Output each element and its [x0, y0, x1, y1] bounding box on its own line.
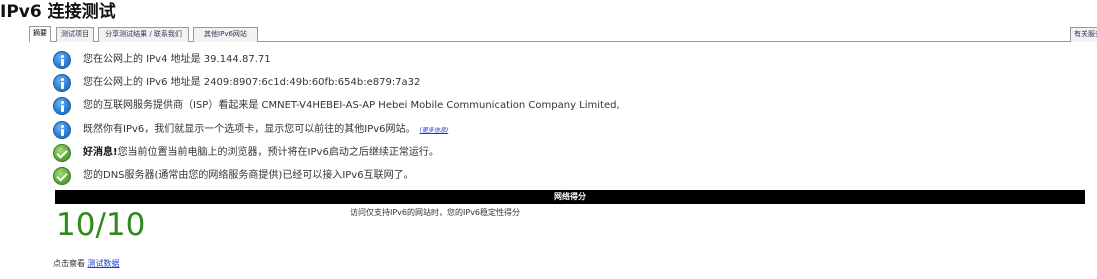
tab-bar: 摘要 测试项目 分享测试结果 / 联系我们 其他IPv6网站 有关服务 — [29, 25, 1097, 42]
message-isp: 您的互联网服务提供商（ISP）看起来是 CMNET-V4HEBEI-AS-AP … — [53, 97, 1053, 115]
tab-other-ipv6-sites[interactable]: 其他IPv6网站 — [193, 27, 258, 42]
page-title: IPv6 连接测试 — [0, 2, 116, 22]
message-text-wrap: 好消息!您当前位置当前电脑上的浏览器，预计将在IPv6启动之后继续正常运行。 — [83, 146, 439, 159]
check-icon — [53, 144, 71, 162]
message-text: 您在公网上的 IPv4 地址是 39.144.87.71 — [83, 54, 271, 65]
message-ipv6-address: 您在公网上的 IPv6 地址是 2409:8907:6c1d:49b:60fb:… — [53, 74, 1053, 92]
message-text: 您的互联网服务提供商（ISP）看起来是 CMNET-V4HEBEI-AS-AP … — [83, 100, 620, 111]
message-dns-ok: 您的DNS服务器(通常由您的网络服务商提供)已经可以接入IPv6互联网了。 — [53, 167, 1053, 185]
message-ipv4-address: 您在公网上的 IPv4 地址是 39.144.87.71 — [53, 51, 1053, 69]
message-text: 您在公网上的 IPv6 地址是 2409:8907:6c1d:49b:60fb:… — [83, 77, 421, 88]
more-info-link[interactable]: (更多信息) — [420, 127, 449, 134]
info-icon — [53, 74, 71, 92]
tab-summary[interactable]: 摘要 — [29, 26, 51, 42]
tab-share-results[interactable]: 分享测试结果 / 联系我们 — [98, 27, 189, 42]
footer-prefix: 点击察看 — [53, 259, 85, 268]
message-text: 您当前位置当前电脑上的浏览器，预计将在IPv6启动之后继续正常运行。 — [117, 147, 439, 158]
tab-about-service[interactable]: 有关服务 — [1070, 27, 1097, 42]
info-icon — [53, 51, 71, 69]
check-icon — [53, 167, 71, 185]
score-description: 访问仅支持IPv6的网站时，您的IPv6稳定性得分 — [350, 208, 521, 217]
tab-test-items[interactable]: 测试项目 — [56, 27, 94, 42]
message-text: 既然你有IPv6，我们就显示一个选项卡，显示您可以前往的其他IPv6网站。 — [83, 124, 416, 135]
message-browser-ok: 好消息!您当前位置当前电脑上的浏览器，预计将在IPv6启动之后继续正常运行。 — [53, 144, 1053, 162]
score-header: 网络得分 — [55, 190, 1085, 204]
score-value: 10/10 — [56, 207, 146, 243]
info-icon — [53, 121, 71, 139]
footer: 点击察看 测试数据 — [53, 258, 120, 269]
info-icon — [53, 97, 71, 115]
good-news-label: 好消息! — [83, 147, 118, 158]
message-text: 您的DNS服务器(通常由您的网络服务商提供)已经可以接入IPv6互联网了。 — [83, 170, 414, 181]
message-ipv6-tab: 既然你有IPv6，我们就显示一个选项卡，显示您可以前往的其他IPv6网站。 (更多… — [53, 121, 1053, 139]
message-text-wrap: 既然你有IPv6，我们就显示一个选项卡，显示您可以前往的其他IPv6网站。 (更多… — [83, 123, 448, 137]
test-data-link[interactable]: 测试数据 — [88, 259, 120, 268]
